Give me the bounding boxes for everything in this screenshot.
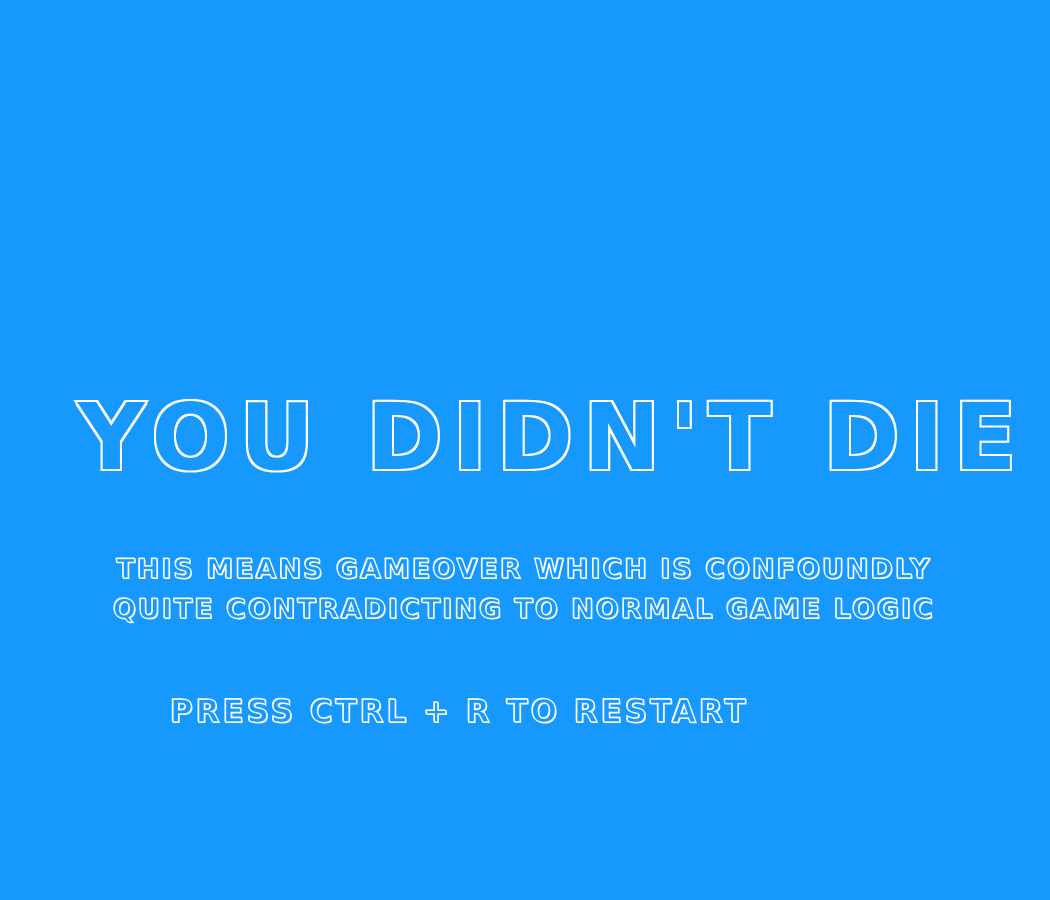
game-over-title: YOU DIDN'T DIE (76, 382, 1027, 493)
restart-instruction: PRESS CTRL + R TO RESTART (169, 693, 749, 730)
game-over-message: THIS MEANS GAMEOVER WHICH IS CONFOUNDLY … (74, 550, 974, 630)
game-over-message-line-1: THIS MEANS GAMEOVER WHICH IS CONFOUNDLY (116, 553, 932, 585)
game-over-screen: YOU DIDN'T DIE THIS MEANS GAMEOVER WHICH… (0, 0, 1050, 900)
game-over-message-line-2: QUITE CONTRADICTING TO NORMAL GAME LOGIC (112, 593, 935, 625)
